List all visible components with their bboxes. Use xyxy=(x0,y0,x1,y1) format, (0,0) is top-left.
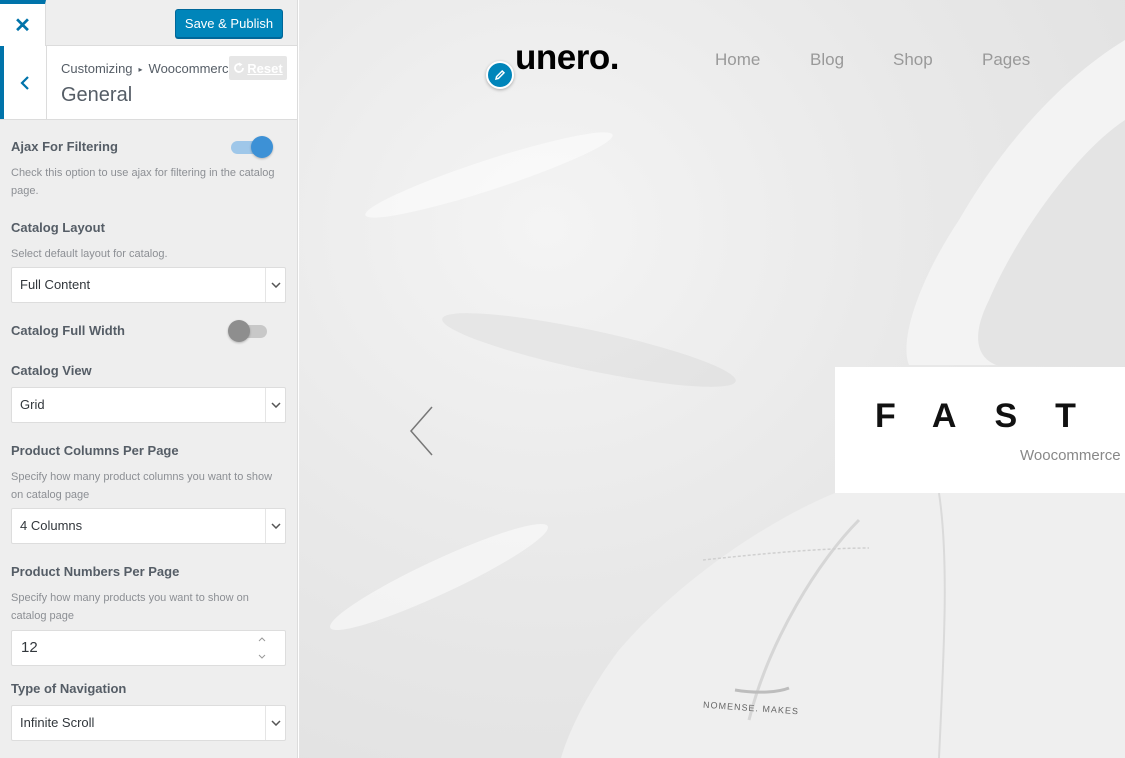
close-customizer-button[interactable]: ✕ xyxy=(0,0,46,46)
edit-shortcut-button[interactable] xyxy=(486,61,514,89)
site-logo[interactable]: unero. xyxy=(515,38,619,78)
hero-subtitle: Woocommerce xyxy=(1020,447,1121,464)
breadcrumb: Customizing ▸ Woocommerce xyxy=(61,61,236,76)
customizer-header: ✕ Save & Publish xyxy=(0,0,297,46)
number-spinner-icon[interactable] xyxy=(257,634,267,662)
hero-caption: FAST Woocommerce xyxy=(835,367,1125,493)
ajax-filtering-label: Ajax For Filtering xyxy=(11,139,118,154)
pencil-icon xyxy=(494,69,506,81)
navigation-type-value: Infinite Scroll xyxy=(20,715,95,730)
nav-pages[interactable]: Pages xyxy=(982,50,1030,70)
catalog-view-select[interactable]: Grid xyxy=(11,387,286,423)
nav-shop[interactable]: Shop xyxy=(893,50,933,70)
section-title: General xyxy=(61,84,133,106)
breadcrumb-separator-icon: ▸ xyxy=(138,65,143,74)
product-columns-value: 4 Columns xyxy=(20,518,83,533)
catalog-full-width-toggle[interactable] xyxy=(228,320,271,342)
catalog-layout-label: Catalog Layout xyxy=(11,220,105,235)
ajax-filtering-toggle[interactable] xyxy=(231,136,273,158)
catalog-layout-select[interactable]: Full Content xyxy=(11,267,286,303)
product-columns-label: Product Columns Per Page xyxy=(11,443,179,458)
product-columns-select[interactable]: 4 Columns xyxy=(11,508,286,544)
chevron-down-icon xyxy=(265,509,285,543)
toggle-knob xyxy=(228,320,250,342)
breadcrumb-woocommerce: Woocommerce xyxy=(148,61,236,76)
chevron-down-icon xyxy=(265,388,285,422)
catalog-layout-value: Full Content xyxy=(20,277,91,292)
ajax-filtering-description: Check this option to use ajax for filter… xyxy=(11,167,275,197)
catalog-layout-description: Select default layout for catalog. xyxy=(11,248,168,260)
product-numbers-value: 12 xyxy=(21,639,38,656)
catalog-view-label: Catalog View xyxy=(11,363,92,378)
reset-button[interactable]: Reset xyxy=(229,56,287,80)
catalog-full-width-label: Catalog Full Width xyxy=(11,323,125,338)
navigation-type-label: Type of Navigation xyxy=(11,681,127,696)
slider-prev-arrow-icon[interactable] xyxy=(407,405,437,457)
chevron-down-icon xyxy=(265,706,285,740)
toggle-knob xyxy=(251,136,273,158)
customizer-sidebar: ✕ Save & Publish Customizing ▸ Woocommerce… xyxy=(0,0,298,758)
hero-title: FAST xyxy=(875,397,1114,435)
nav-blog[interactable]: Blog xyxy=(810,50,844,70)
section-header: Customizing ▸ Woocommerce General Reset xyxy=(0,46,297,120)
save-publish-button[interactable]: Save & Publish xyxy=(175,9,283,38)
product-numbers-description: Specify how many products you want to sh… xyxy=(11,592,249,622)
product-columns-description: Specify how many product columns you wan… xyxy=(11,471,273,501)
navigation-type-select[interactable]: Infinite Scroll xyxy=(11,705,286,741)
product-numbers-label: Product Numbers Per Page xyxy=(11,564,180,579)
refresh-icon xyxy=(234,62,245,73)
close-icon: ✕ xyxy=(14,14,31,37)
breadcrumb-customizing: Customizing xyxy=(61,61,133,76)
reset-label: Reset xyxy=(247,60,283,76)
site-preview: unero. Home Blog Shop Pages NOMENSE. MAK… xyxy=(299,0,1125,758)
product-numbers-input[interactable]: 12 xyxy=(11,630,286,666)
catalog-view-value: Grid xyxy=(20,397,45,412)
chevron-down-icon xyxy=(265,268,285,302)
chevron-left-icon xyxy=(20,75,29,90)
back-button[interactable] xyxy=(0,46,47,119)
nav-home[interactable]: Home xyxy=(715,50,760,70)
